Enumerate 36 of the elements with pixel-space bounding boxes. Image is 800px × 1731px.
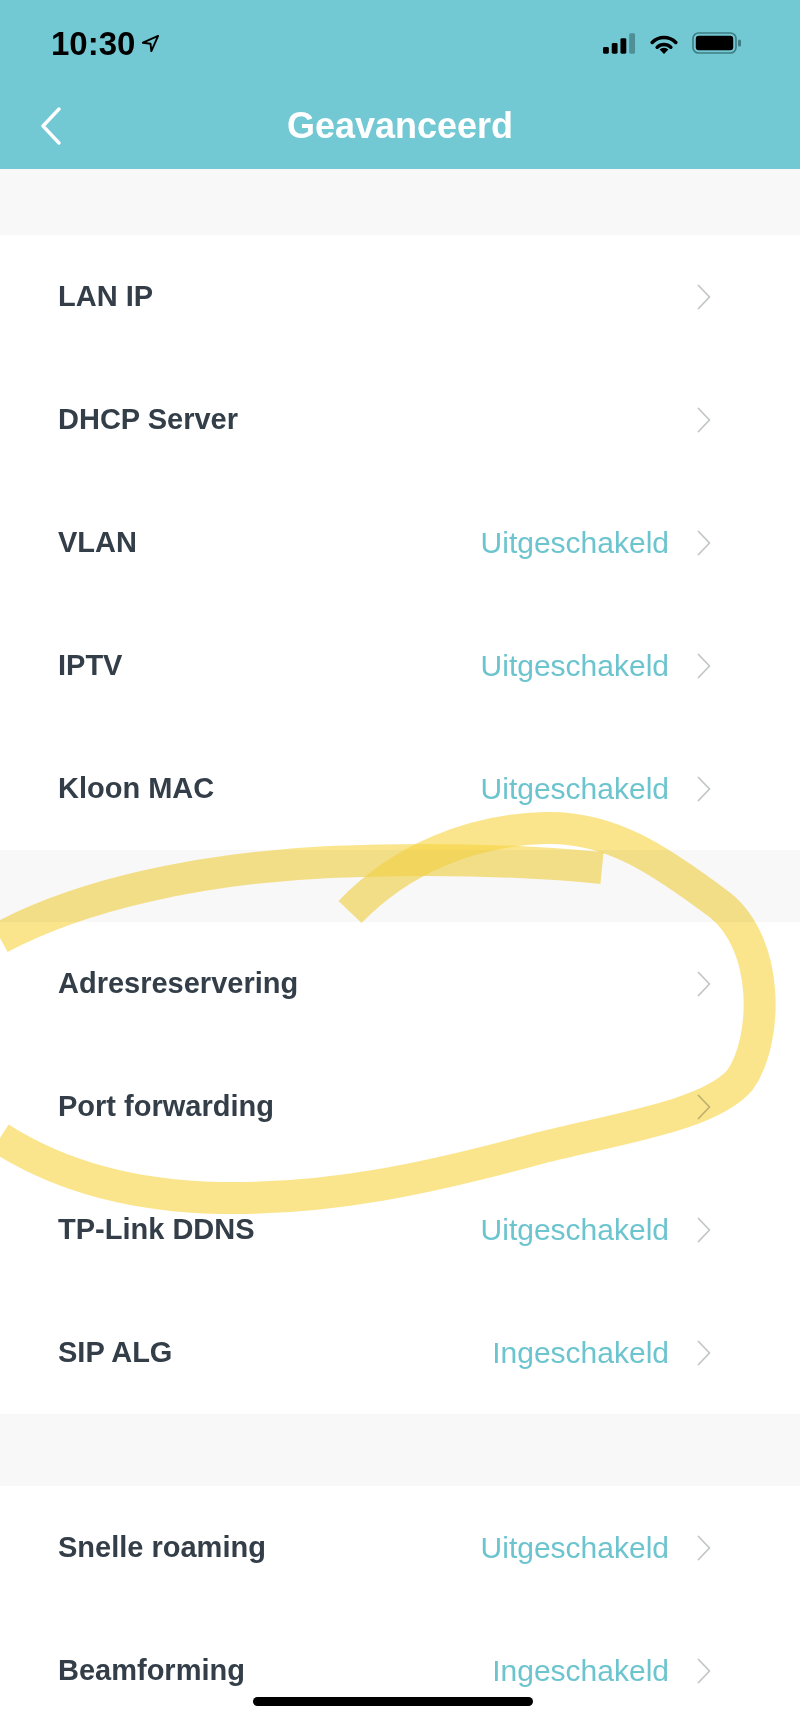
- status-value: Uitgeschakeld: [480, 771, 669, 806]
- chevron-right-icon: [697, 1534, 711, 1561]
- chevron-right-icon: [697, 1093, 711, 1120]
- status-value: Uitgeschakeld: [480, 648, 669, 683]
- settings-row[interactable]: TP-Link DDNS Uitgeschakeld: [0, 1168, 800, 1291]
- settings-row[interactable]: VLAN Uitgeschakeld: [0, 481, 800, 604]
- status-time: 10:30: [51, 26, 136, 60]
- settings-row[interactable]: SIP ALG Ingeschakeld: [0, 1291, 800, 1414]
- settings-row[interactable]: Snelle roaming Uitgeschakeld: [0, 1486, 800, 1609]
- settings-row[interactable]: LAN IP: [0, 235, 800, 358]
- settings-row[interactable]: Port forwarding: [0, 1045, 800, 1168]
- status-value: Uitgeschakeld: [480, 1212, 669, 1247]
- status-value: Uitgeschakeld: [480, 1530, 669, 1565]
- chevron-right-icon: [697, 652, 711, 679]
- chevron-right-icon: [697, 775, 711, 802]
- settings-row[interactable]: Adresreservering: [0, 922, 800, 1045]
- screen-title: Geavanceerd: [286, 103, 514, 148]
- chevron-right-icon: [697, 970, 711, 997]
- chevron-right-icon: [697, 283, 711, 310]
- chevron-right-icon: [697, 1216, 711, 1243]
- settings-row[interactable]: IPTV Uitgeschakeld: [0, 604, 800, 727]
- chevron-right-icon: [697, 1657, 711, 1684]
- settings-row[interactable]: Kloon MAC Uitgeschakeld: [0, 727, 800, 850]
- status-value: Ingeschakeld: [492, 1653, 669, 1688]
- location-arrow-icon: [141, 33, 161, 53]
- battery-icon: [692, 32, 742, 54]
- back-button[interactable]: [40, 106, 62, 145]
- chevron-left-icon: [40, 106, 62, 145]
- settings-row[interactable]: Beamforming Ingeschakeld: [0, 1609, 800, 1731]
- chevron-right-icon: [697, 406, 711, 433]
- status-value: Uitgeschakeld: [480, 525, 669, 560]
- chevron-right-icon: [697, 1339, 711, 1366]
- chevron-right-icon: [697, 529, 711, 556]
- signal-icon: [603, 32, 636, 54]
- status-value: Ingeschakeld: [492, 1335, 669, 1370]
- settings-row[interactable]: DHCP Server: [0, 358, 800, 481]
